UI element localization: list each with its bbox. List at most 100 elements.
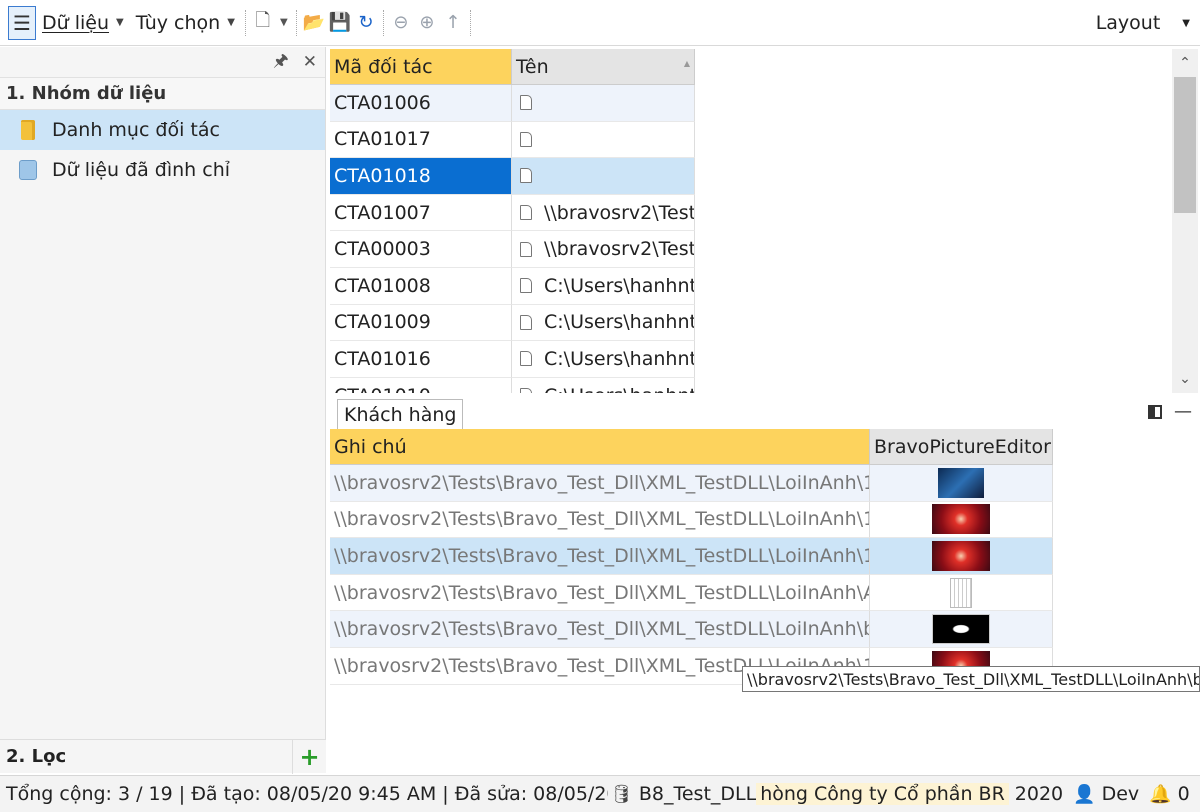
hamburger-menu-icon[interactable]: ☰	[8, 5, 36, 40]
cell-code[interactable]: CTA01009	[330, 304, 512, 342]
table-row-selected[interactable]: \\bravosrv2\Tests\Bravo_Test_Dll\XML_Tes…	[330, 538, 1054, 575]
toolbar-separator	[295, 9, 297, 36]
table-row[interactable]: CTA01008 C:\Users\hanhnt\	[330, 267, 1170, 305]
image-thumbnail	[932, 540, 990, 571]
back-icon[interactable]: ⊖	[390, 6, 412, 40]
cell-name[interactable]: C:\Users\hanhnt\	[512, 377, 695, 393]
table-row[interactable]: CTA01017	[330, 121, 1170, 159]
cell-note[interactable]: \\bravosrv2\Tests\Bravo_Test_Dll\XML_Tes…	[330, 501, 870, 539]
customer-grid: Ghi chú BravoPictureEditor \\bravosrv2\T…	[330, 429, 1054, 685]
cell-picture[interactable]	[870, 574, 1053, 612]
table-row[interactable]: CTA01007 \\bravosrv2\Test	[330, 194, 1170, 232]
cell-name[interactable]: \\bravosrv2\Test	[512, 194, 695, 232]
vertical-scrollbar[interactable]: ⌃ ⌄	[1172, 49, 1198, 393]
column-header-note[interactable]: Ghi chú	[330, 429, 870, 465]
scroll-down-icon[interactable]: ⌄	[1172, 365, 1198, 393]
chevron-down-icon[interactable]: ▼	[278, 6, 290, 40]
cell-picture[interactable]	[870, 501, 1053, 539]
cell-code[interactable]: CTA00003	[330, 231, 512, 268]
close-icon[interactable]: ✕	[303, 52, 317, 72]
minimize-icon[interactable]: —	[1174, 401, 1192, 422]
cell-name[interactable]: \\bravosrv2\Test	[512, 231, 695, 268]
column-header-code[interactable]: Mã đối tác	[330, 49, 512, 85]
layout-dropdown[interactable]: Layout ▼	[1096, 6, 1190, 40]
new-document-icon[interactable]: 🗋	[252, 6, 274, 40]
grid-header: Mã đối tác Tên ▲	[330, 49, 1170, 85]
table-row[interactable]: \\bravosrv2\Tests\Bravo_Test_Dll\XML_Tes…	[330, 465, 1054, 502]
refresh-icon[interactable]: ↻	[355, 6, 377, 40]
table-row[interactable]: \\bravosrv2\Tests\Bravo_Test_Dll\XML_Tes…	[330, 501, 1054, 539]
add-filter-icon[interactable]: +	[292, 740, 326, 774]
document-icon	[520, 95, 532, 111]
cell-code[interactable]: CTA01017	[330, 121, 512, 159]
group-title-data[interactable]: 1. Nhóm dữ liệu	[0, 77, 325, 110]
document-icon	[520, 278, 532, 294]
tree-item-label: Dữ liệu đã đình chỉ	[52, 159, 231, 181]
cell-note[interactable]: \\bravosrv2\Tests\Bravo_Test_Dll\XML_Tes…	[330, 465, 870, 502]
cell-name[interactable]: C:\Users\hanhnt\	[512, 267, 695, 305]
cell-name[interactable]	[512, 85, 695, 122]
cell-name-text: \\bravosrv2\Test	[544, 238, 695, 261]
status-user: Dev	[1101, 783, 1140, 805]
table-row[interactable]: CTA00003 \\bravosrv2\Test	[330, 231, 1170, 268]
cell-note[interactable]: \\bravosrv2\Tests\Bravo_Test_Dll\XML_Tes…	[330, 574, 870, 612]
column-header-label: Tên	[516, 55, 549, 78]
tree-item-suspended-data[interactable]: Dữ liệu đã đình chỉ	[0, 150, 325, 190]
data-menu[interactable]: Dữ liệu ▼	[36, 6, 130, 40]
options-menu-label: Tùy chọn	[135, 11, 221, 34]
layout-label: Layout	[1095, 12, 1161, 34]
table-row[interactable]: \\bravosrv2\Tests\Bravo_Test_Dll\XML_Tes…	[330, 574, 1054, 612]
tree-item-partner-list[interactable]: Danh mục đối tác	[0, 110, 325, 150]
document-icon	[520, 388, 532, 393]
scrollbar-thumb[interactable]	[1174, 77, 1196, 213]
document-icon	[520, 168, 532, 184]
save-icon[interactable]: 💾	[329, 6, 351, 40]
left-panel-header: 🖈 ✕	[0, 47, 325, 77]
bell-icon[interactable]: 🔔	[1149, 784, 1171, 805]
document-icon	[520, 314, 532, 330]
table-row[interactable]: CTA01010 C:\Users\hanhnt\	[330, 377, 1170, 393]
database-icon: 🛢	[610, 783, 633, 805]
filter-section[interactable]: 2. Lọc +	[0, 739, 326, 774]
cell-picture[interactable]	[870, 465, 1053, 502]
cell-name[interactable]	[512, 158, 695, 195]
options-menu[interactable]: Tùy chọn ▼	[130, 6, 241, 40]
table-row[interactable]: \\bravosrv2\Tests\Bravo_Test_Dll\XML_Tes…	[330, 611, 1054, 648]
cell-note[interactable]: \\bravosrv2\Tests\Bravo_Test_Dll\XML_Tes…	[330, 611, 870, 648]
cell-code[interactable]: CTA01010	[330, 377, 512, 393]
forward-icon[interactable]: ⊕	[416, 6, 438, 40]
table-row[interactable]: CTA01009 C:\Users\hanhnt\	[330, 304, 1170, 342]
chevron-down-icon: ▼	[1182, 17, 1190, 29]
cell-code[interactable]: CTA01016	[330, 341, 512, 378]
status-year: 2020	[1014, 783, 1064, 805]
up-arrow-icon[interactable]: ↑	[442, 6, 464, 40]
cell-picture[interactable]	[870, 538, 1053, 575]
cell-picture[interactable]	[870, 611, 1053, 648]
table-row[interactable]: CTA01006	[330, 85, 1170, 122]
cell-code[interactable]: CTA01008	[330, 267, 512, 305]
cell-code[interactable]: CTA01006	[330, 85, 512, 122]
cell-name[interactable]	[512, 121, 695, 159]
column-header-name[interactable]: Tên ▲	[512, 49, 695, 85]
cell-tooltip: \\bravosrv2\Tests\Bravo_Test_Dll\XML_Tes…	[742, 666, 1200, 692]
document-icon	[520, 131, 532, 147]
split-view-icon[interactable]	[1148, 404, 1162, 419]
table-row-selected[interactable]: CTA01018	[330, 158, 1170, 195]
column-header-picture[interactable]: BravoPictureEditor	[870, 429, 1053, 465]
cell-note[interactable]: \\bravosrv2\Tests\Bravo_Test_Dll\XML_Tes…	[330, 538, 870, 575]
cell-code[interactable]: CTA01007	[330, 194, 512, 232]
status-database: B8_Test_DLL	[638, 783, 757, 805]
pin-icon[interactable]: 🖈	[273, 48, 289, 77]
table-row[interactable]: CTA01016 C:\Users\hanhnt\	[330, 341, 1170, 378]
image-thumbnail	[938, 467, 984, 498]
document-icon	[520, 351, 532, 367]
tab-customers[interactable]: Khách hàng	[337, 399, 464, 429]
status-notifications: 0	[1177, 783, 1190, 805]
cell-name[interactable]: C:\Users\hanhnt\	[512, 304, 695, 342]
cell-name-text: C:\Users\hanhnt\	[544, 385, 694, 393]
cell-name-text: C:\Users\hanhnt\	[544, 311, 695, 334]
cell-code[interactable]: CTA01018	[330, 158, 512, 195]
open-folder-icon[interactable]: 📂	[303, 6, 325, 40]
cell-name[interactable]: C:\Users\hanhnt\	[512, 341, 695, 378]
scroll-up-icon[interactable]: ⌃	[1172, 49, 1198, 77]
